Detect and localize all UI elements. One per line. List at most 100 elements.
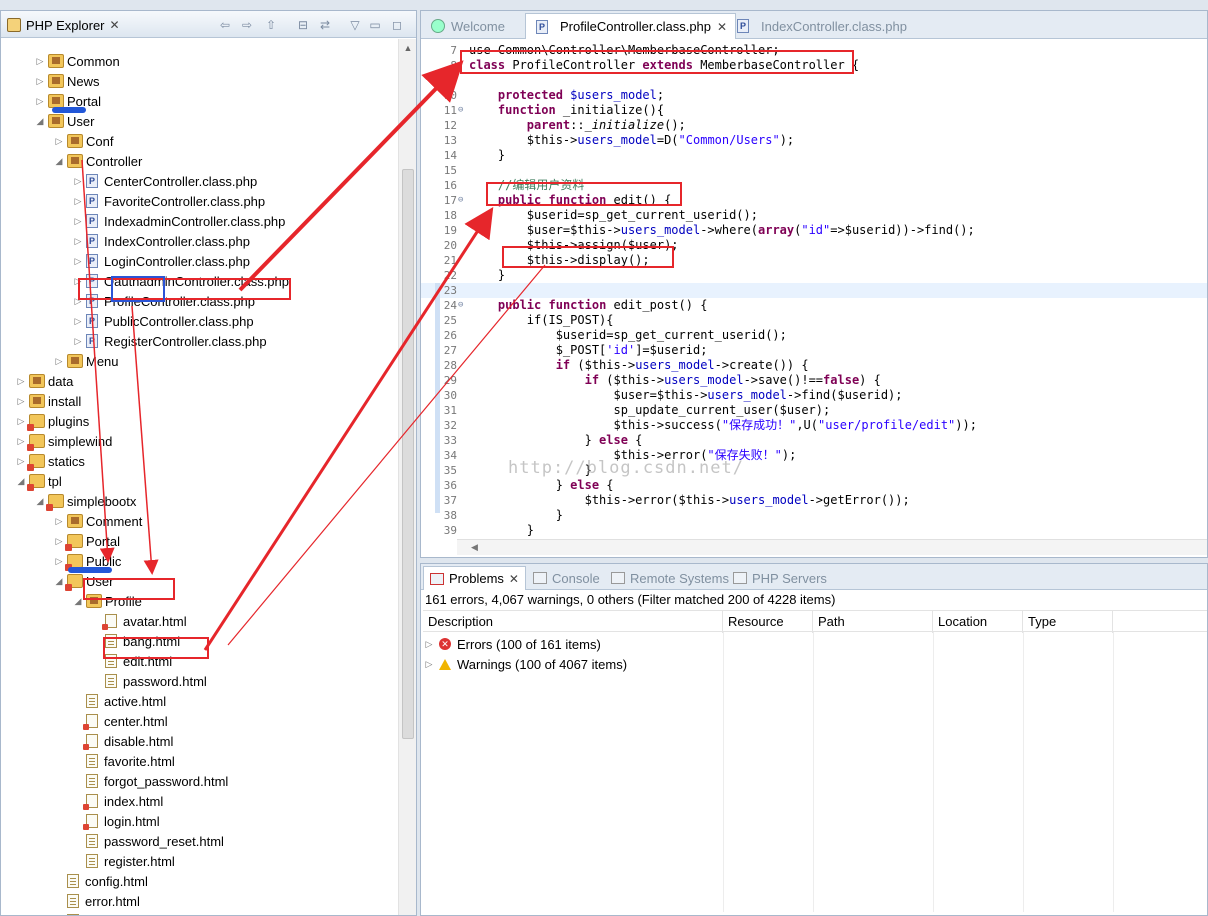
expand-arrow-icon[interactable]: ▷ (53, 516, 65, 527)
code-line[interactable]: 19 $user=$this->users_model->where(array… (421, 223, 1207, 238)
tree-item[interactable]: favorite.html (72, 751, 175, 771)
code-line[interactable]: 25 if(IS_POST){ (421, 313, 1207, 328)
tree-item[interactable]: ▷ P LoginController.class.php (72, 251, 250, 271)
tab-welcome[interactable]: Welcome (423, 13, 513, 39)
expand-arrow-icon[interactable]: ▷ (72, 316, 84, 327)
expand-arrow-icon[interactable]: ▷ (72, 216, 84, 227)
tree-item[interactable]: ▷ Comment (53, 511, 143, 531)
expand-arrow-icon[interactable]: ▷ (15, 416, 27, 427)
tree-item[interactable]: ▷ News (34, 71, 100, 91)
code-line[interactable]: 33 } else { (421, 433, 1207, 448)
col-location[interactable]: Location (933, 611, 1023, 633)
expand-arrow-icon[interactable]: ◢ (34, 496, 46, 507)
tree-item[interactable]: ▷ install (15, 391, 82, 411)
expand-arrow-icon[interactable]: ▷ (15, 376, 27, 387)
expand-arrow-icon[interactable]: ▷ (15, 456, 27, 467)
expand-arrow-icon[interactable]: ▷ (72, 176, 84, 187)
tab-console[interactable]: Console (527, 566, 606, 590)
code-line[interactable]: 34 $this->error("保存失败！"); (421, 448, 1207, 463)
tree-item[interactable]: index.html (72, 791, 163, 811)
close-icon[interactable]: ✕ (509, 572, 519, 586)
tree-item[interactable]: ◢ tpl (15, 471, 62, 491)
tree-item[interactable]: ◢ User (53, 571, 113, 591)
code-line[interactable]: 39 } (421, 523, 1207, 538)
table-row-errors[interactable]: ▷ ✕ Errors (100 of 161 items) (423, 634, 1207, 654)
code-line[interactable]: 27 $_POST['id']=$userid; (421, 343, 1207, 358)
code-line[interactable]: 11 ⊖ function _initialize(){ (421, 103, 1207, 118)
up-icon[interactable]: ⇧ (263, 17, 279, 33)
expand-arrow-icon[interactable]: ◢ (53, 576, 65, 587)
scrollbar-thumb[interactable] (402, 169, 414, 739)
tree-item[interactable]: password_reset.html (72, 831, 224, 851)
tree-item[interactable]: ▷ data (15, 371, 74, 391)
tree-item[interactable]: edit.html (91, 651, 172, 671)
col-resource[interactable]: Resource (723, 611, 813, 633)
fold-icon[interactable]: ⊖ (458, 193, 463, 208)
forward-icon[interactable]: ⇨ (239, 17, 255, 33)
expand-arrow-icon[interactable]: ▷ (15, 436, 27, 447)
expand-arrow-icon[interactable]: ◢ (15, 476, 27, 487)
col-path[interactable]: Path (813, 611, 933, 633)
col-description[interactable]: Description (423, 611, 723, 633)
expand-arrow-icon[interactable]: ▷ (72, 336, 84, 347)
expand-arrow-icon[interactable]: ◢ (53, 156, 65, 167)
maximize-icon[interactable]: ◻ (389, 17, 405, 33)
expand-arrow-icon[interactable]: ◢ (72, 596, 84, 607)
expand-arrow-icon[interactable]: ▷ (423, 639, 435, 650)
editor-hscrollbar[interactable]: ◀ (457, 539, 1207, 555)
code-line[interactable]: 16 //编辑用户资料 (421, 178, 1207, 193)
code-line[interactable]: 31 sp_update_current_user($user); (421, 403, 1207, 418)
fold-icon[interactable]: ⊖ (458, 298, 463, 313)
close-icon[interactable]: ✕ (110, 18, 120, 32)
code-line[interactable]: 35 } (421, 463, 1207, 478)
code-line[interactable]: 20 $this->assign($user); (421, 238, 1207, 253)
expand-arrow-icon[interactable]: ▷ (72, 196, 84, 207)
tree-item[interactable]: forgot_password.html (72, 771, 228, 791)
code-line[interactable]: 24 ⊖ public function edit_post() { (421, 298, 1207, 313)
code-line[interactable]: 18 $userid=sp_get_current_userid(); (421, 208, 1207, 223)
code-line[interactable]: 26 $userid=sp_get_current_userid(); (421, 328, 1207, 343)
tree-item[interactable]: ▷ Portal (34, 91, 101, 111)
scroll-up-icon[interactable]: ▲ (399, 43, 417, 53)
code-line[interactable]: 13 $this->users_model=D("Common/Users"); (421, 133, 1207, 148)
expand-arrow-icon[interactable]: ▷ (53, 536, 65, 547)
tab-php-servers[interactable]: PHP Servers (727, 566, 833, 590)
code-area[interactable]: 7 use Common\Controller\MemberbaseControl… (421, 40, 1207, 545)
expand-arrow-icon[interactable]: ▷ (72, 296, 84, 307)
code-line[interactable]: 38 } (421, 508, 1207, 523)
tree-item[interactable]: bang.html (91, 631, 180, 651)
tree-item[interactable]: ▷ P IndexController.class.php (72, 231, 250, 251)
back-icon[interactable]: ⇦ (217, 17, 233, 33)
expand-arrow-icon[interactable]: ▷ (34, 56, 46, 67)
tree-scrollbar[interactable]: ▲ (398, 39, 416, 915)
code-line[interactable]: 17 ⊖ public function edit() { (421, 193, 1207, 208)
code-line[interactable]: 14 } (421, 148, 1207, 163)
tree-item[interactable]: login.html (72, 811, 160, 831)
tree-item[interactable]: disable.html (72, 731, 173, 751)
tree-item[interactable]: ▷ simplewind (15, 431, 112, 451)
tree-item[interactable]: ▷ P CenterController.class.php (72, 171, 258, 191)
code-line[interactable]: 21 $this->display(); (421, 253, 1207, 268)
code-line[interactable]: 30 $user=$this->users_model->find($useri… (421, 388, 1207, 403)
code-line[interactable]: 15 (421, 163, 1207, 178)
tree-item[interactable]: config.html (53, 871, 148, 891)
expand-arrow-icon[interactable]: ▷ (72, 256, 84, 267)
tree-item[interactable]: ◢ Profile (72, 591, 142, 611)
expand-arrow-icon[interactable]: ▷ (53, 556, 65, 567)
code-line[interactable]: 12 parent::_initialize(); (421, 118, 1207, 133)
code-line[interactable]: 22 } (421, 268, 1207, 283)
collapse-all-icon[interactable]: ⊟ (295, 17, 311, 33)
tree-item[interactable]: error.html (53, 891, 140, 911)
code-line[interactable]: 10 protected $users_model; (421, 88, 1207, 103)
tab-php-explorer[interactable]: PHP Explorer ✕ (7, 15, 120, 35)
tree-item[interactable]: ▷ P IndexadminController.class.php (72, 211, 286, 231)
scroll-left-icon[interactable]: ◀ (471, 542, 478, 553)
expand-arrow-icon[interactable]: ▷ (34, 76, 46, 87)
code-line[interactable]: 9 (421, 73, 1207, 88)
table-row-warnings[interactable]: ▷ Warnings (100 of 4067 items) (423, 654, 1207, 674)
col-type[interactable]: Type (1023, 611, 1113, 633)
link-editor-icon[interactable]: ⇄ (317, 17, 333, 33)
code-line[interactable]: 7 use Common\Controller\MemberbaseControl… (421, 43, 1207, 58)
expand-arrow-icon[interactable]: ▷ (72, 236, 84, 247)
view-menu-icon[interactable]: ▽ (347, 17, 363, 33)
